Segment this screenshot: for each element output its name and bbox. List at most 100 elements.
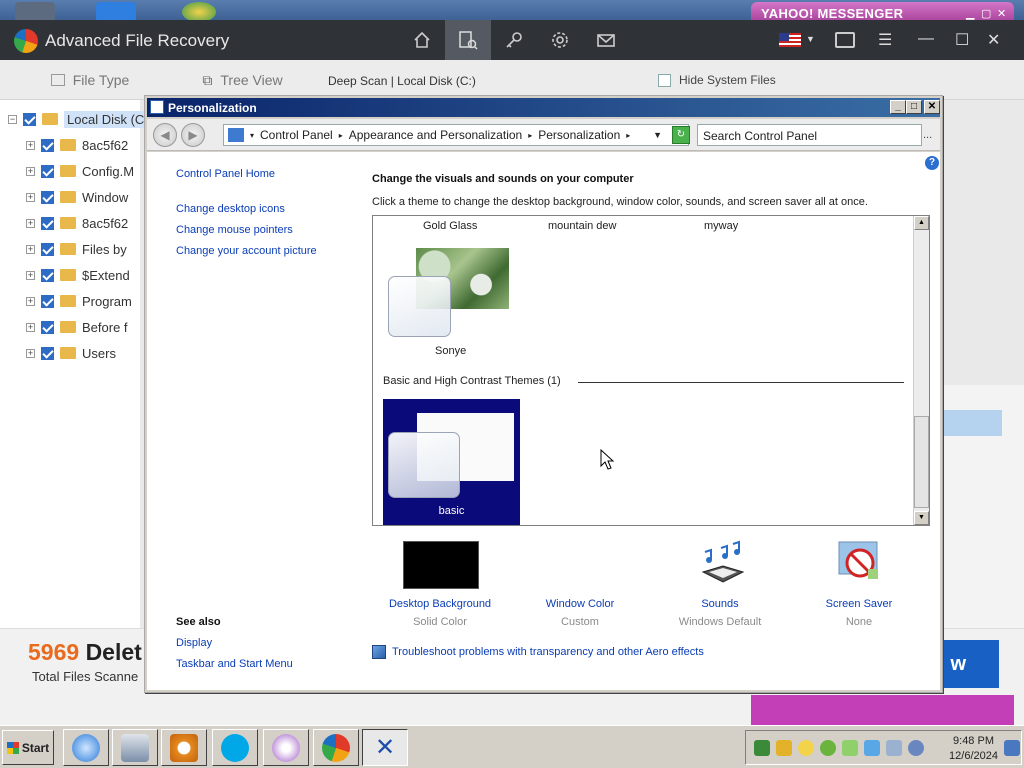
tree-row[interactable]: + Before f [26, 317, 128, 337]
desktop-computer-icon[interactable] [15, 2, 55, 22]
tree-row[interactable]: + Users [26, 343, 116, 363]
taskbar-skype[interactable] [212, 729, 258, 766]
tree-checkbox[interactable] [41, 190, 54, 204]
theme-gold-glass[interactable]: Gold Glass [423, 220, 477, 232]
desktop-globe-icon[interactable] [182, 2, 216, 22]
network-icon[interactable] [754, 740, 770, 756]
clock-time[interactable]: 9:48 PM [946, 735, 1001, 747]
home-icon[interactable] [399, 20, 445, 60]
minimize-icon[interactable]: ▁ [966, 7, 974, 20]
chevron-down-icon[interactable]: ▼ [806, 34, 815, 44]
refresh-icon[interactable]: ↻ [672, 126, 690, 144]
notification-icon[interactable] [835, 32, 855, 48]
minimize-icon[interactable]: — [918, 30, 934, 48]
tree-checkbox[interactable] [41, 242, 54, 256]
clock-date[interactable]: 12/6/2024 [946, 750, 1001, 762]
display-icon[interactable] [886, 740, 902, 756]
tab-file-type[interactable]: File Type [20, 60, 160, 100]
taskbar-advanced-file-recovery[interactable] [313, 729, 359, 766]
collapse-icon[interactable]: − [8, 114, 17, 124]
breadcrumb[interactable]: ▾ Control Panel ▸ Appearance and Persona… [223, 124, 689, 146]
start-button[interactable]: Start [2, 730, 54, 765]
expand-icon[interactable]: + [26, 218, 35, 228]
taskbar-internet-explorer[interactable] [63, 729, 109, 766]
sync-icon[interactable] [864, 740, 880, 756]
tree-row[interactable]: +8ac5f62 [26, 213, 128, 233]
expand-icon[interactable]: + [26, 348, 35, 358]
expand-icon[interactable]: + [26, 322, 35, 332]
chat-icon[interactable] [842, 740, 858, 756]
selected-row[interactable] [940, 410, 1002, 436]
tree-checkbox[interactable] [41, 294, 54, 308]
chevron-right-icon[interactable]: ▸ [339, 131, 343, 140]
tree-checkbox[interactable] [41, 216, 54, 230]
maximize-icon[interactable]: ▢ [981, 7, 991, 20]
tree-checkbox[interactable] [23, 112, 36, 126]
tree-row[interactable]: + $Extend [26, 265, 130, 285]
hide-system-files[interactable]: Hide System Files [658, 73, 776, 87]
smiley-icon[interactable] [798, 740, 814, 756]
expand-icon[interactable]: + [26, 244, 35, 254]
users-icon[interactable] [776, 740, 792, 756]
theme-mountain-dew[interactable]: mountain dew [548, 220, 617, 232]
breadcrumb-item[interactable]: Control Panel [260, 128, 333, 142]
tree-checkbox[interactable] [41, 320, 54, 334]
forward-button[interactable]: ▶ [181, 123, 205, 147]
scroll-down-icon[interactable]: ▼ [914, 511, 929, 525]
taskbar-control-panel[interactable]: ✕ [362, 729, 408, 766]
taskbar-media-player[interactable] [161, 729, 207, 766]
chevron-right-icon[interactable]: ▾ [250, 131, 254, 140]
control-panel-home-link[interactable]: Control Panel Home [176, 168, 275, 180]
change-account-picture-link[interactable]: Change your account picture [176, 245, 317, 257]
expand-icon[interactable]: + [26, 270, 35, 280]
gear-icon[interactable] [537, 20, 583, 60]
taskbar-drive-app[interactable] [112, 729, 158, 766]
tree-row[interactable]: + Config.M [26, 161, 134, 181]
key-icon[interactable] [491, 20, 537, 60]
shield-icon[interactable] [908, 740, 924, 756]
dropdown-icon[interactable]: ▼ [653, 130, 662, 140]
taskbar-start-menu-link[interactable]: Taskbar and Start Menu [176, 658, 293, 670]
hide-system-files-checkbox[interactable] [658, 73, 671, 87]
display-link[interactable]: Display [176, 637, 212, 649]
tree-checkbox[interactable] [41, 164, 54, 178]
theme-sonye[interactable]: Sonye [435, 345, 466, 357]
help-icon[interactable]: ? [925, 156, 939, 170]
close-icon[interactable]: ✕ [987, 30, 1000, 50]
tree-row[interactable]: + Files by [26, 239, 127, 259]
more-icon[interactable]: ... [923, 129, 932, 141]
change-mouse-pointers-link[interactable]: Change mouse pointers [176, 224, 293, 236]
expand-icon[interactable]: + [26, 192, 35, 202]
maximize-button[interactable]: □ [906, 100, 922, 114]
tree-row[interactable]: + Program [26, 291, 132, 311]
tab-tree-view[interactable]: ⧉ Tree View [165, 60, 320, 100]
troubleshoot-link[interactable]: Troubleshoot problems with transparency … [372, 645, 704, 659]
show-desktop-icon[interactable] [1004, 740, 1020, 756]
breadcrumb-item[interactable]: Appearance and Personalization [349, 128, 522, 142]
expand-icon[interactable]: + [26, 296, 35, 306]
minimize-button[interactable]: _ [890, 100, 906, 114]
scroll-thumb[interactable] [914, 416, 929, 508]
back-button[interactable]: ◀ [153, 123, 177, 147]
tree-checkbox[interactable] [41, 346, 54, 360]
tree-checkbox[interactable] [41, 268, 54, 282]
tree-checkbox[interactable] [41, 138, 54, 152]
search-input[interactable]: Search Control Panel [697, 124, 922, 146]
torrent-icon[interactable] [820, 740, 836, 756]
tree-row[interactable]: + Window [26, 187, 128, 207]
mail-icon[interactable] [583, 20, 629, 60]
scroll-up-icon[interactable]: ▲ [914, 216, 929, 230]
scan-results-icon[interactable] [445, 20, 491, 60]
us-flag-icon[interactable] [779, 33, 801, 47]
expand-icon[interactable]: + [26, 140, 35, 150]
theme-myway[interactable]: myway [704, 220, 738, 232]
change-desktop-icons-link[interactable]: Change desktop icons [176, 203, 285, 215]
theme-list-scrollbar[interactable]: ▲ ▼ [913, 216, 929, 525]
chevron-right-icon[interactable]: ▸ [528, 131, 532, 140]
menu-icon[interactable]: ☰ [878, 30, 892, 50]
chevron-right-icon[interactable]: ▸ [626, 131, 630, 140]
theme-basic-thumbnail[interactable]: basic [383, 399, 520, 525]
desktop-folder-icon[interactable] [96, 2, 136, 22]
tree-row[interactable]: +8ac5f62 [26, 135, 128, 155]
maximize-icon[interactable]: ☐ [955, 30, 969, 50]
